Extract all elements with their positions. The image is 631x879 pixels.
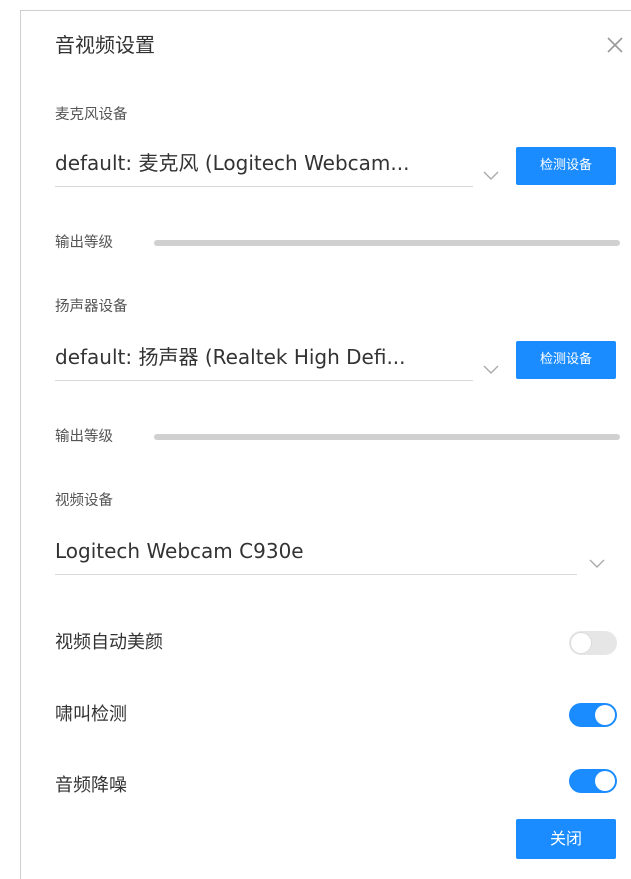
av-settings-dialog: 音视频设置 麦克风设备 default: 麦克风 (Logitech Webca… xyxy=(20,10,631,879)
speaker-level-label: 输出等级 xyxy=(55,429,113,445)
microphone-level-label: 输出等级 xyxy=(55,235,113,251)
video-select-value: Logitech Webcam C930e xyxy=(55,539,304,563)
toggle-knob xyxy=(571,633,591,653)
howling-detect-toggle[interactable] xyxy=(569,703,617,727)
noise-reduction-toggle[interactable] xyxy=(569,769,617,793)
chevron-down-icon[interactable] xyxy=(483,166,499,180)
video-select[interactable]: Logitech Webcam C930e xyxy=(55,537,577,575)
speaker-label: 扬声器设备 xyxy=(55,299,128,315)
microphone-detect-button[interactable]: 检测设备 xyxy=(516,147,616,185)
chevron-down-icon[interactable] xyxy=(483,360,499,374)
video-label: 视频设备 xyxy=(55,493,113,509)
speaker-detect-button[interactable]: 检测设备 xyxy=(516,341,616,379)
toggle-knob xyxy=(595,705,615,725)
dialog-title: 音视频设置 xyxy=(55,33,155,57)
microphone-select[interactable]: default: 麦克风 (Logitech Webcam... xyxy=(55,149,473,187)
speaker-level-bar xyxy=(154,434,620,440)
speaker-select-value: default: 扬声器 (Realtek High Defi... xyxy=(55,345,406,369)
microphone-level-bar xyxy=(154,240,620,246)
microphone-label: 麦克风设备 xyxy=(55,107,128,123)
howling-detect-label: 啸叫检测 xyxy=(55,704,127,725)
close-icon[interactable] xyxy=(603,33,627,57)
close-button[interactable]: 关闭 xyxy=(516,819,616,859)
noise-reduction-label: 音频降噪 xyxy=(55,775,127,796)
microphone-select-value: default: 麦克风 (Logitech Webcam... xyxy=(55,151,410,175)
chevron-down-icon[interactable] xyxy=(589,554,605,568)
beauty-toggle[interactable] xyxy=(569,631,617,655)
toggle-knob xyxy=(595,771,615,791)
beauty-toggle-label: 视频自动美颜 xyxy=(55,632,163,653)
speaker-select[interactable]: default: 扬声器 (Realtek High Defi... xyxy=(55,343,473,381)
